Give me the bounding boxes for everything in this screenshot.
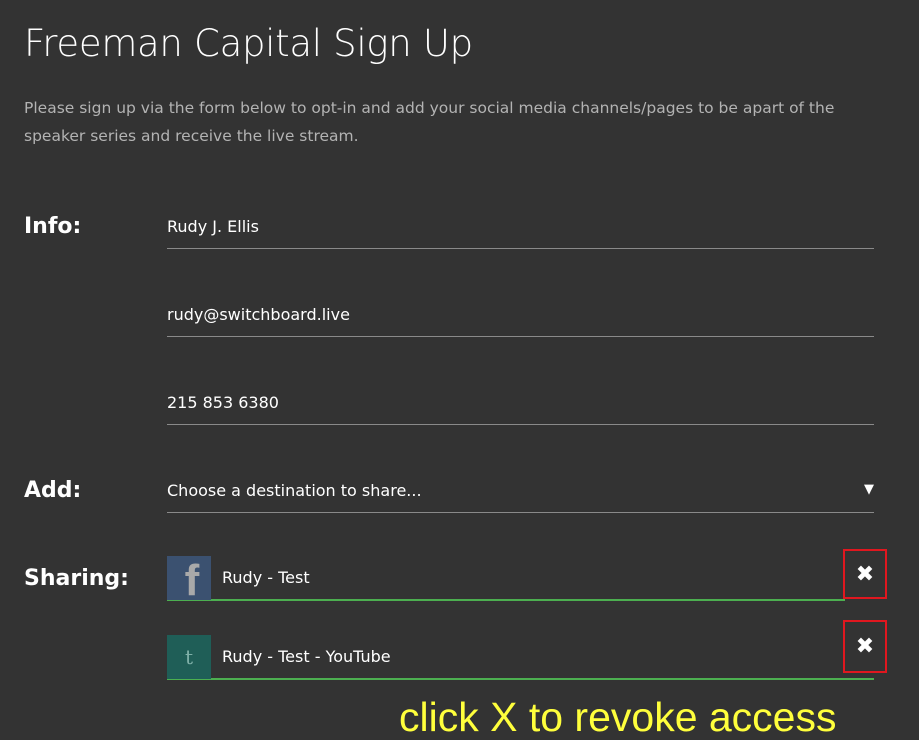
phone-field[interactable]: 215 853 6380 bbox=[167, 381, 874, 425]
destination-select[interactable]: Choose a destination to share... ▼ bbox=[167, 469, 874, 513]
name-field[interactable]: Rudy J. Ellis bbox=[167, 205, 874, 249]
annotation-text: click X to revoke access bbox=[399, 694, 837, 740]
sharing-item-name: Rudy - Test bbox=[222, 568, 310, 587]
remove-sharing-button[interactable]: ✖ bbox=[843, 549, 887, 599]
signup-page: Freeman Capital Sign Up Please sign up v… bbox=[0, 0, 919, 740]
facebook-icon: f bbox=[167, 556, 211, 603]
sharing-item: f Rudy - Test bbox=[167, 555, 845, 603]
email-value: rudy@switchboard.live bbox=[167, 305, 350, 324]
name-value: Rudy J. Ellis bbox=[167, 217, 259, 236]
info-label: Info: bbox=[24, 214, 82, 239]
page-title: Freeman Capital Sign Up bbox=[24, 22, 473, 65]
twitch-icon: t bbox=[167, 635, 211, 679]
close-icon: ✖ bbox=[855, 634, 875, 659]
close-icon: ✖ bbox=[855, 561, 875, 587]
page-subtitle: Please sign up via the form below to opt… bbox=[24, 99, 835, 145]
remove-sharing-button[interactable]: ✖ bbox=[843, 620, 887, 673]
destination-select-value: Choose a destination to share... bbox=[167, 481, 422, 500]
email-field[interactable]: rudy@switchboard.live bbox=[167, 293, 874, 337]
sharing-item: t Rudy - Test - YouTube bbox=[167, 634, 874, 680]
add-label: Add: bbox=[24, 478, 82, 503]
phone-value: 215 853 6380 bbox=[167, 393, 279, 412]
sharing-label: Sharing: bbox=[24, 566, 129, 591]
chevron-down-icon: ▼ bbox=[864, 482, 874, 497]
sharing-item-name: Rudy - Test - YouTube bbox=[222, 647, 391, 666]
